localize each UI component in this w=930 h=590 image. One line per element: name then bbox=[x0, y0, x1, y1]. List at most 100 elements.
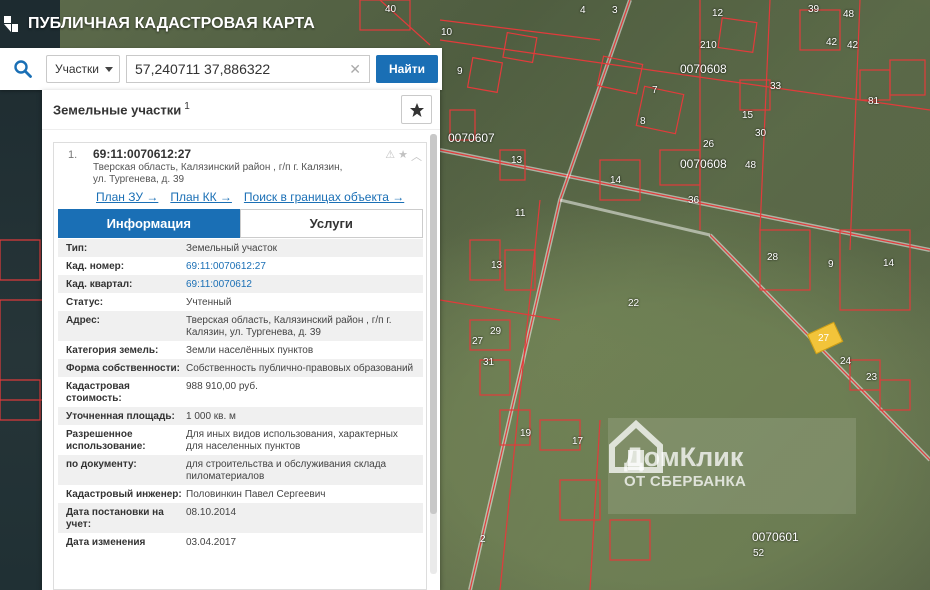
plot-number: 40 bbox=[385, 4, 397, 15]
attribute-value: Половинкин Павел Сергеевич bbox=[186, 489, 326, 500]
attribute-row: Кадастровая стоимость: 988 910,00 руб. bbox=[58, 377, 423, 407]
attribute-value: Учтенный bbox=[186, 297, 232, 308]
search-type-label: Участки bbox=[55, 62, 99, 76]
plot-number: 27 bbox=[472, 336, 484, 347]
attribute-label: Статус: bbox=[66, 297, 104, 308]
quarter-label: 0070608 bbox=[680, 62, 727, 76]
plot-number: 8 bbox=[640, 116, 646, 127]
attribute-value: Собственность публично-правовых образова… bbox=[186, 363, 414, 374]
tab-info[interactable]: Информация bbox=[58, 209, 240, 238]
attribute-row: Разрешенное использование: Для иных видов… bbox=[58, 425, 423, 455]
plot-number: 81 bbox=[868, 96, 880, 107]
tab-services[interactable]: Услуги bbox=[239, 209, 423, 238]
panel-title: Земельные участки 1 bbox=[53, 101, 190, 117]
results-panel: Земельные участки 1 1. 69:11:0070612:27 Т… bbox=[42, 90, 440, 590]
plan-kk-link[interactable]: План КК → bbox=[170, 190, 232, 204]
plot-number: 4 bbox=[580, 5, 586, 16]
attribute-row: Форма собственности: Собственность публич… bbox=[58, 359, 423, 377]
favorite-button[interactable] bbox=[401, 95, 432, 124]
search-icon[interactable] bbox=[6, 54, 40, 84]
search-input-wrapper: ✕ bbox=[126, 55, 370, 83]
attribute-value: 08.10.2014 bbox=[186, 507, 237, 518]
attribute-value: Земли населённых пунктов bbox=[186, 345, 314, 356]
quarter-label: 0070601 bbox=[752, 530, 799, 544]
chevron-up-icon[interactable]: ︿ bbox=[411, 148, 422, 164]
plot-number: 22 bbox=[628, 298, 640, 309]
quarter-label: 0070607 bbox=[448, 131, 495, 145]
plot-number: 42 bbox=[847, 40, 859, 51]
warning-icon[interactable]: ⚠ bbox=[385, 148, 395, 164]
attribute-label: Кад. квартал: bbox=[66, 279, 133, 290]
scrollbar-thumb[interactable] bbox=[430, 134, 437, 514]
plot-number: 2 bbox=[480, 534, 486, 545]
attribute-label: Дата изменения bbox=[66, 537, 146, 548]
plot-number: 36 bbox=[688, 195, 700, 206]
search-in-bounds-link[interactable]: Поиск в границах объекта → bbox=[244, 190, 404, 204]
domclick-watermark: ДомКлик ОТ СБЕРБАНКА bbox=[608, 418, 856, 514]
attribute-label: Кадастровая стоимость: bbox=[66, 381, 130, 404]
find-button[interactable]: Найти bbox=[376, 55, 438, 83]
attribute-label: Разрешенное использование: bbox=[66, 429, 146, 452]
pkk-logo-icon bbox=[2, 13, 24, 35]
panel-header: Земельные участки 1 bbox=[42, 90, 440, 130]
search-bar: Участки ✕ Найти bbox=[0, 48, 442, 90]
attribute-row: Уточненная площадь: 1 000 кв. м bbox=[58, 407, 423, 425]
attribute-row: Дата изменения 03.04.2017 bbox=[58, 533, 423, 551]
plot-number: 42 bbox=[826, 37, 838, 48]
star-icon[interactable]: ★ bbox=[398, 148, 408, 164]
attribute-label: Адрес: bbox=[66, 315, 100, 326]
attribute-label: Кадастровый инженер: bbox=[66, 489, 182, 500]
search-input[interactable] bbox=[127, 56, 345, 82]
quarter-label: 0070608 bbox=[680, 157, 727, 171]
attribute-value: 1 000 кв. м bbox=[186, 411, 236, 422]
result-card-header[interactable]: 1. 69:11:0070612:27 Тверская область, Ка… bbox=[54, 143, 426, 207]
plot-number: 9 bbox=[828, 259, 834, 270]
chevron-down-icon bbox=[105, 66, 113, 72]
clear-icon[interactable]: ✕ bbox=[349, 61, 361, 78]
plot-number: 10 bbox=[441, 27, 453, 38]
plot-number: 39 bbox=[808, 4, 820, 15]
watermark-subtitle: ОТ СБЕРБАНКА bbox=[624, 473, 747, 490]
plot-number: 210 bbox=[700, 40, 717, 51]
plot-number: 9 bbox=[457, 66, 463, 77]
result-index: 1. bbox=[68, 149, 78, 161]
attribute-row: Дата постановки на учет: 08.10.2014 bbox=[58, 503, 423, 533]
attribute-row: Кад. квартал: 69:11:0070612 bbox=[58, 275, 423, 293]
plot-number: 28 bbox=[767, 252, 779, 263]
panel-scrollbar[interactable] bbox=[430, 134, 437, 574]
attribute-value: 03.04.2017 bbox=[186, 537, 237, 548]
attribute-value: для строительства и обслуживания склада … bbox=[186, 459, 387, 482]
attribute-value[interactable]: 69:11:0070612 bbox=[186, 278, 416, 291]
plot-number: 3 bbox=[612, 5, 618, 16]
plot-number: 24 bbox=[840, 356, 852, 367]
search-type-select[interactable]: Участки bbox=[46, 55, 120, 83]
star-icon bbox=[409, 102, 424, 117]
plan-zu-link[interactable]: План ЗУ → bbox=[96, 190, 158, 204]
attribute-value: 988 910,00 руб. bbox=[186, 381, 258, 392]
plot-number: 12 bbox=[712, 8, 724, 19]
plot-number: 14 bbox=[610, 175, 622, 186]
attribute-label: Кад. номер: bbox=[66, 261, 125, 272]
attribute-value: Для иных видов использования, характерны… bbox=[186, 429, 398, 452]
result-card: 1. 69:11:0070612:27 Тверская область, Ка… bbox=[53, 142, 427, 590]
card-actions: ⚠ ★ ︿ bbox=[385, 148, 422, 164]
plot-number: 48 bbox=[843, 9, 855, 20]
plot-number: 17 bbox=[572, 436, 584, 447]
attribute-row: Кадастровый инженер: Половинкин Павел Сер… bbox=[58, 485, 423, 503]
house-logo-icon bbox=[609, 419, 663, 473]
attribute-label: Дата постановки на учет: bbox=[66, 507, 164, 530]
attribute-row: Тип: Земельный участок bbox=[58, 239, 423, 257]
selected-parcel-label: 27 bbox=[818, 333, 830, 344]
plot-number: 23 bbox=[866, 372, 878, 383]
attribute-label: Категория земель: bbox=[66, 345, 159, 356]
plot-number: 19 bbox=[520, 428, 532, 439]
attribute-row: Статус: Учтенный bbox=[58, 293, 423, 311]
result-cad-number[interactable]: 69:11:0070612:27 bbox=[93, 147, 191, 161]
plot-number: 31 bbox=[483, 357, 495, 368]
attribute-value: Земельный участок bbox=[186, 243, 278, 254]
attribute-label: по документу: bbox=[66, 459, 137, 470]
plot-number: 33 bbox=[770, 81, 782, 92]
plot-number: 13 bbox=[491, 260, 503, 271]
attribute-value[interactable]: 69:11:0070612:27 bbox=[186, 260, 416, 273]
plot-number: 7 bbox=[652, 85, 658, 96]
